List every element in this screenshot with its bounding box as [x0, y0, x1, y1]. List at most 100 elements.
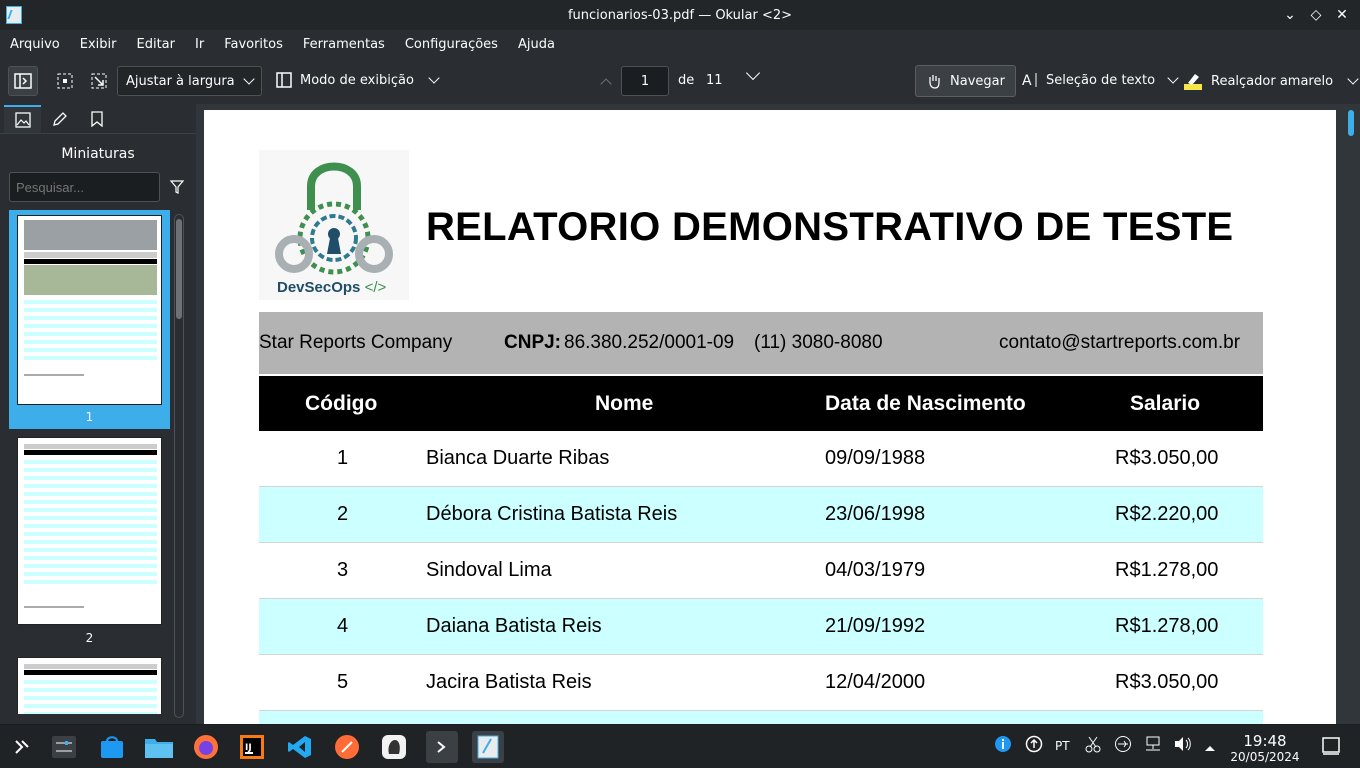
cell-code: 4	[337, 615, 349, 637]
tray-expand-icon[interactable]	[1204, 741, 1216, 755]
company-info-bar: Star Reports Company CNPJ: 86.380.252/00…	[259, 312, 1263, 374]
table-row	[259, 711, 1263, 724]
zoom-to-region-button[interactable]	[84, 66, 114, 96]
page-total: 11	[706, 73, 723, 88]
task-intellij[interactable]: IJ	[236, 731, 268, 763]
vscode-icon	[288, 736, 311, 758]
okular-app-icon[interactable]	[6, 6, 22, 24]
task-konsole[interactable]	[426, 731, 458, 763]
cnpj-label: CNPJ:	[504, 332, 562, 353]
title-bar: funcionarios-03.pdf — Okular <2> ⌄ ◇ ✕	[0, 0, 1360, 30]
cell-name: Bianca Duarte Ribas	[426, 447, 610, 469]
network-icon[interactable]	[1144, 735, 1162, 756]
filter-icon[interactable]	[170, 180, 184, 194]
column-header-birth: Data de Nascimento	[825, 392, 1026, 415]
keyboard-layout-indicator[interactable]: PT	[1055, 739, 1070, 753]
highlighter-icon	[1184, 74, 1202, 90]
table-row: 1 Bianca Duarte Ribas 09/09/1988 R$3.050…	[259, 431, 1263, 487]
menu-bar: Arquivo Exibir Editar Ir Favoritos Ferra…	[0, 30, 1360, 58]
task-okular[interactable]	[472, 731, 504, 763]
tab-thumbnails[interactable]	[4, 105, 41, 133]
cell-birth: 04/03/1979	[825, 559, 926, 581]
table-row: 4 Daiana Batista Reis 21/09/1992 R$1.278…	[259, 599, 1263, 655]
cell-salary: R$3.050,00	[1115, 447, 1219, 469]
chevron-down-icon	[428, 72, 440, 84]
sidebar-tabs	[0, 104, 196, 134]
navigate-label: Navegar	[950, 73, 1005, 89]
cell-salary: R$1.278,00	[1115, 559, 1219, 581]
document-scrollbar[interactable]	[1346, 108, 1356, 720]
menu-ir[interactable]: Ir	[195, 37, 204, 52]
report-title: RELATORIO DEMONSTRATIVO DE TESTE	[426, 205, 1234, 249]
svg-text:A: A	[1022, 73, 1032, 88]
view-mode-icon	[276, 72, 292, 88]
menu-exibir[interactable]: Exibir	[80, 37, 117, 52]
logo-text: DevSecOps	[277, 279, 361, 296]
previous-page-button[interactable]	[594, 76, 612, 90]
sidebar-panel-icon	[14, 73, 32, 89]
task-discover[interactable]	[96, 731, 128, 763]
highlighter-button[interactable]: Realçador amarelo	[1183, 71, 1359, 91]
cell-salary: R$2.220,00	[1115, 503, 1219, 525]
next-page-button[interactable]	[740, 65, 761, 81]
svg-text:IJ: IJ	[245, 743, 252, 753]
chevron-down-icon	[745, 65, 761, 81]
info-icon[interactable]	[994, 735, 1012, 756]
select-region-button[interactable]	[50, 66, 80, 96]
thumbnail-page-3[interactable]	[9, 649, 170, 714]
thumbnail-image	[17, 437, 162, 625]
browse-tool-button[interactable]: Navegar	[915, 65, 1016, 97]
view-mode-button[interactable]: Modo de exibição	[276, 72, 440, 88]
company-name: Star Reports Company	[259, 332, 453, 353]
task-settings[interactable]	[48, 731, 80, 763]
task-file-manager[interactable]	[143, 731, 175, 763]
zoom-value: Ajustar à largura	[126, 73, 235, 89]
scissors-icon[interactable]	[1084, 735, 1102, 756]
sidebar: Miniaturas 1 2	[0, 104, 196, 724]
show-desktop-button[interactable]	[1322, 737, 1340, 758]
cell-salary: R$1.278,00	[1115, 615, 1219, 637]
thumbnail-image	[17, 657, 162, 714]
menu-arquivo[interactable]: Arquivo	[10, 37, 60, 52]
image-icon	[14, 112, 31, 128]
postman-icon	[335, 735, 359, 759]
volume-icon[interactable]	[1173, 735, 1193, 756]
toggle-sidebar-button[interactable]	[8, 66, 38, 96]
updates-icon[interactable]	[1025, 735, 1043, 756]
task-firefox[interactable]	[190, 731, 222, 763]
tab-bookmarks[interactable]	[78, 105, 115, 133]
text-selection-button[interactable]: A Seleção de texto	[1022, 72, 1179, 88]
thumbnail-search-input[interactable]	[9, 172, 160, 202]
task-app[interactable]	[378, 731, 410, 763]
task-postman[interactable]	[331, 731, 363, 763]
zoom-combo[interactable]: Ajustar à largura	[117, 66, 262, 96]
folder-icon	[145, 739, 173, 758]
usb-icon[interactable]	[1114, 735, 1132, 756]
menu-favoritos[interactable]: Favoritos	[224, 37, 283, 52]
menu-ajuda[interactable]: Ajuda	[518, 37, 555, 52]
menu-editar[interactable]: Editar	[137, 37, 176, 52]
minimize-button[interactable]: ⌄	[1282, 5, 1298, 25]
cell-name: Débora Cristina Batista Reis	[426, 503, 678, 525]
zoom-region-icon	[91, 73, 107, 89]
table-row: 5 Jacira Batista Reis 12/04/2000 R$3.050…	[259, 655, 1263, 711]
menu-ferramentas[interactable]: Ferramentas	[303, 37, 385, 52]
table-header: Código Nome Data de Nascimento Salario	[259, 376, 1263, 431]
task-vscode[interactable]	[284, 731, 316, 763]
thumbnail-list: 1 2	[9, 210, 170, 714]
app-launcher-button[interactable]	[6, 731, 38, 763]
pen-icon	[52, 112, 67, 126]
tab-annotations[interactable]	[41, 105, 78, 133]
thumbnail-number: 2	[85, 631, 94, 645]
menu-configuracoes[interactable]: Configurações	[405, 37, 498, 52]
chevron-down-icon	[1347, 73, 1359, 85]
taskbar: IJ PT 19:48 20/05/2024	[0, 724, 1360, 768]
thumbnail-page-2[interactable]: 2	[9, 429, 170, 649]
maximize-button[interactable]: ◇	[1308, 5, 1324, 25]
thumbnail-scrollbar[interactable]	[174, 214, 184, 718]
thumbnail-page-1[interactable]: 1	[9, 210, 170, 429]
close-button[interactable]: ✕	[1334, 5, 1350, 25]
cell-birth: 21/09/1992	[825, 615, 926, 637]
clock[interactable]: 19:48 20/05/2024	[1228, 732, 1302, 764]
page-number-input[interactable]: 1	[621, 66, 669, 96]
